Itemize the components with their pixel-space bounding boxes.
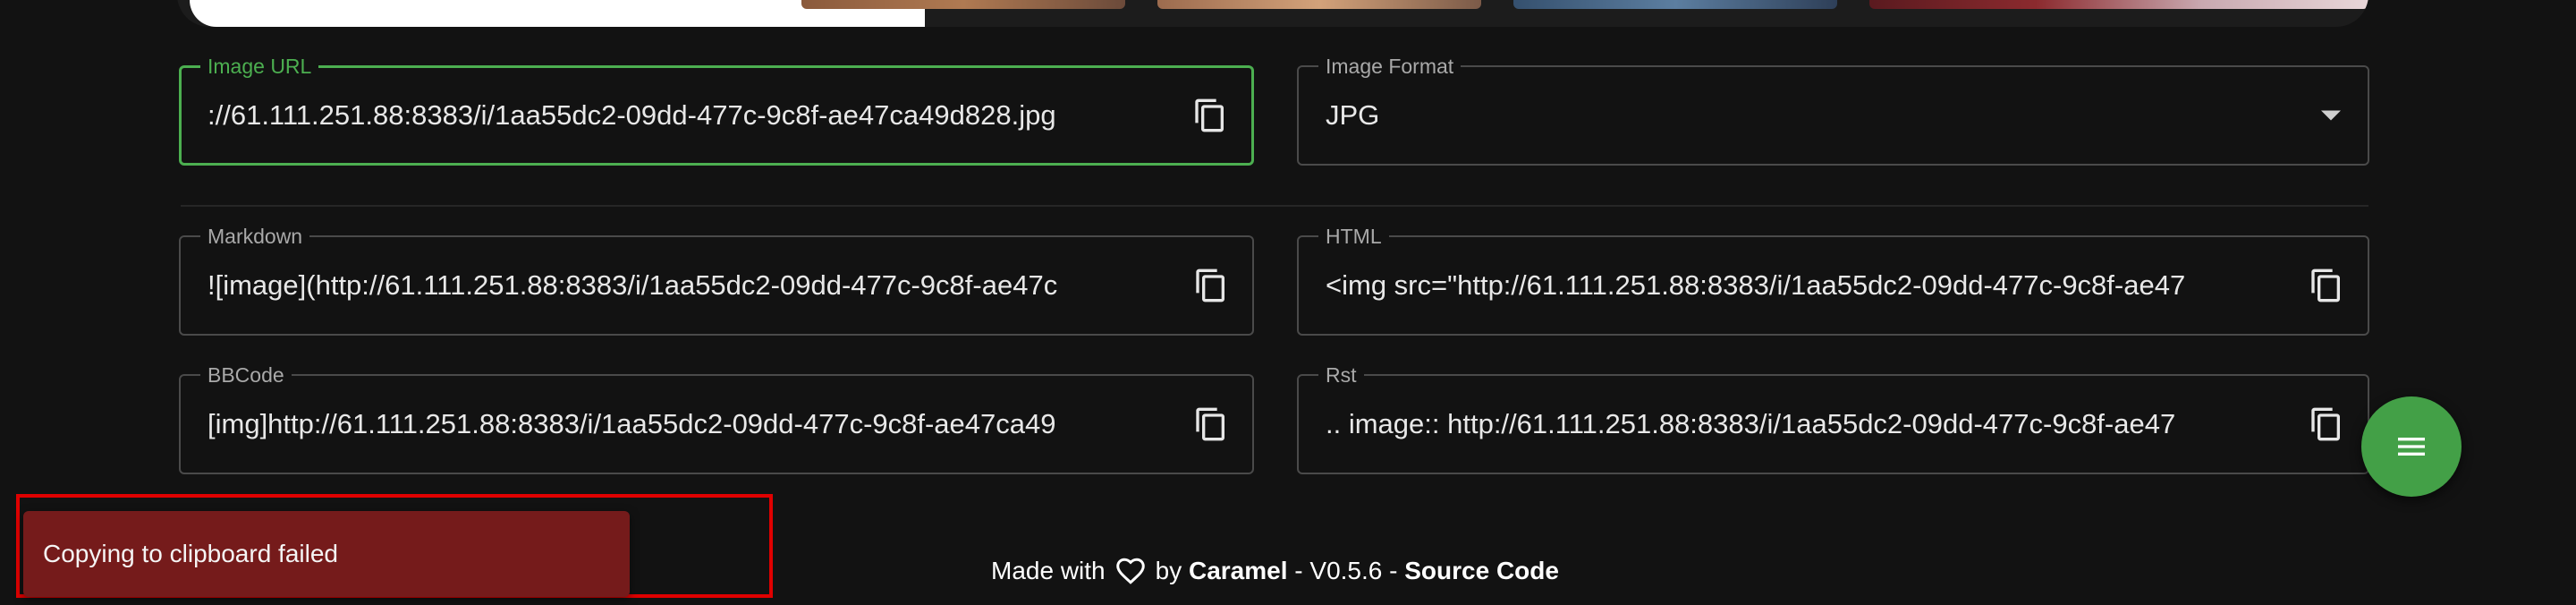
- copy-icon[interactable]: [1193, 266, 1229, 305]
- footer-app-link[interactable]: Caramel: [1189, 557, 1288, 585]
- copy-icon[interactable]: [1192, 96, 1228, 135]
- footer-made-with: Made with: [991, 557, 1106, 584]
- html-value[interactable]: <img src="http://61.111.251.88:8383/i/1a…: [1326, 237, 2278, 334]
- footer-by: by: [1155, 557, 1182, 584]
- image-preview-card: [177, 0, 2368, 27]
- html-field[interactable]: HTML <img src="http://61.111.251.88:8383…: [1297, 224, 2369, 336]
- heart-icon: [1115, 558, 1145, 584]
- bbcode-field[interactable]: BBCode [img]http://61.111.251.88:8383/i/…: [179, 362, 1254, 474]
- menu-fab-button[interactable]: [2361, 396, 2462, 497]
- markdown-field[interactable]: Markdown ![image](http://61.111.251.88:8…: [179, 224, 1254, 336]
- thumbnail-1[interactable]: [801, 0, 1125, 9]
- section-divider: [181, 205, 2368, 207]
- footer-separator: -: [1389, 557, 1398, 584]
- menu-icon: [2398, 438, 2425, 456]
- footer: Made with by Caramel - V0.5.6 - Source C…: [991, 553, 1559, 589]
- thumbnail-2[interactable]: [1157, 0, 1481, 9]
- image-format-select[interactable]: Image Format JPG: [1297, 54, 2369, 166]
- copy-icon[interactable]: [2309, 405, 2344, 444]
- markdown-value[interactable]: ![image](http://61.111.251.88:8383/i/1aa…: [208, 237, 1163, 334]
- error-snackbar: Copying to clipboard failed: [23, 511, 630, 597]
- copy-icon[interactable]: [2309, 266, 2344, 305]
- copy-icon[interactable]: [1193, 405, 1229, 444]
- image-url-value[interactable]: ://61.111.251.88:8383/i/1aa55dc2-09dd-47…: [208, 68, 1162, 163]
- rst-field[interactable]: Rst .. image:: http://61.111.251.88:8383…: [1297, 362, 2369, 474]
- rst-value[interactable]: .. image:: http://61.111.251.88:8383/i/1…: [1326, 376, 2278, 473]
- footer-version: V0.5.6: [1309, 557, 1383, 584]
- image-format-value: JPG: [1326, 99, 1380, 131]
- thumbnail-4[interactable]: [1869, 0, 2368, 9]
- thumbnail-3[interactable]: [1513, 0, 1837, 9]
- source-code-link[interactable]: Source Code: [1404, 557, 1559, 585]
- snackbar-message: Copying to clipboard failed: [43, 540, 338, 567]
- footer-separator: -: [1294, 557, 1303, 584]
- bbcode-value[interactable]: [img]http://61.111.251.88:8383/i/1aa55dc…: [208, 376, 1163, 473]
- image-url-field[interactable]: Image URL ://61.111.251.88:8383/i/1aa55d…: [179, 54, 1254, 166]
- chevron-down-icon[interactable]: [2321, 110, 2341, 121]
